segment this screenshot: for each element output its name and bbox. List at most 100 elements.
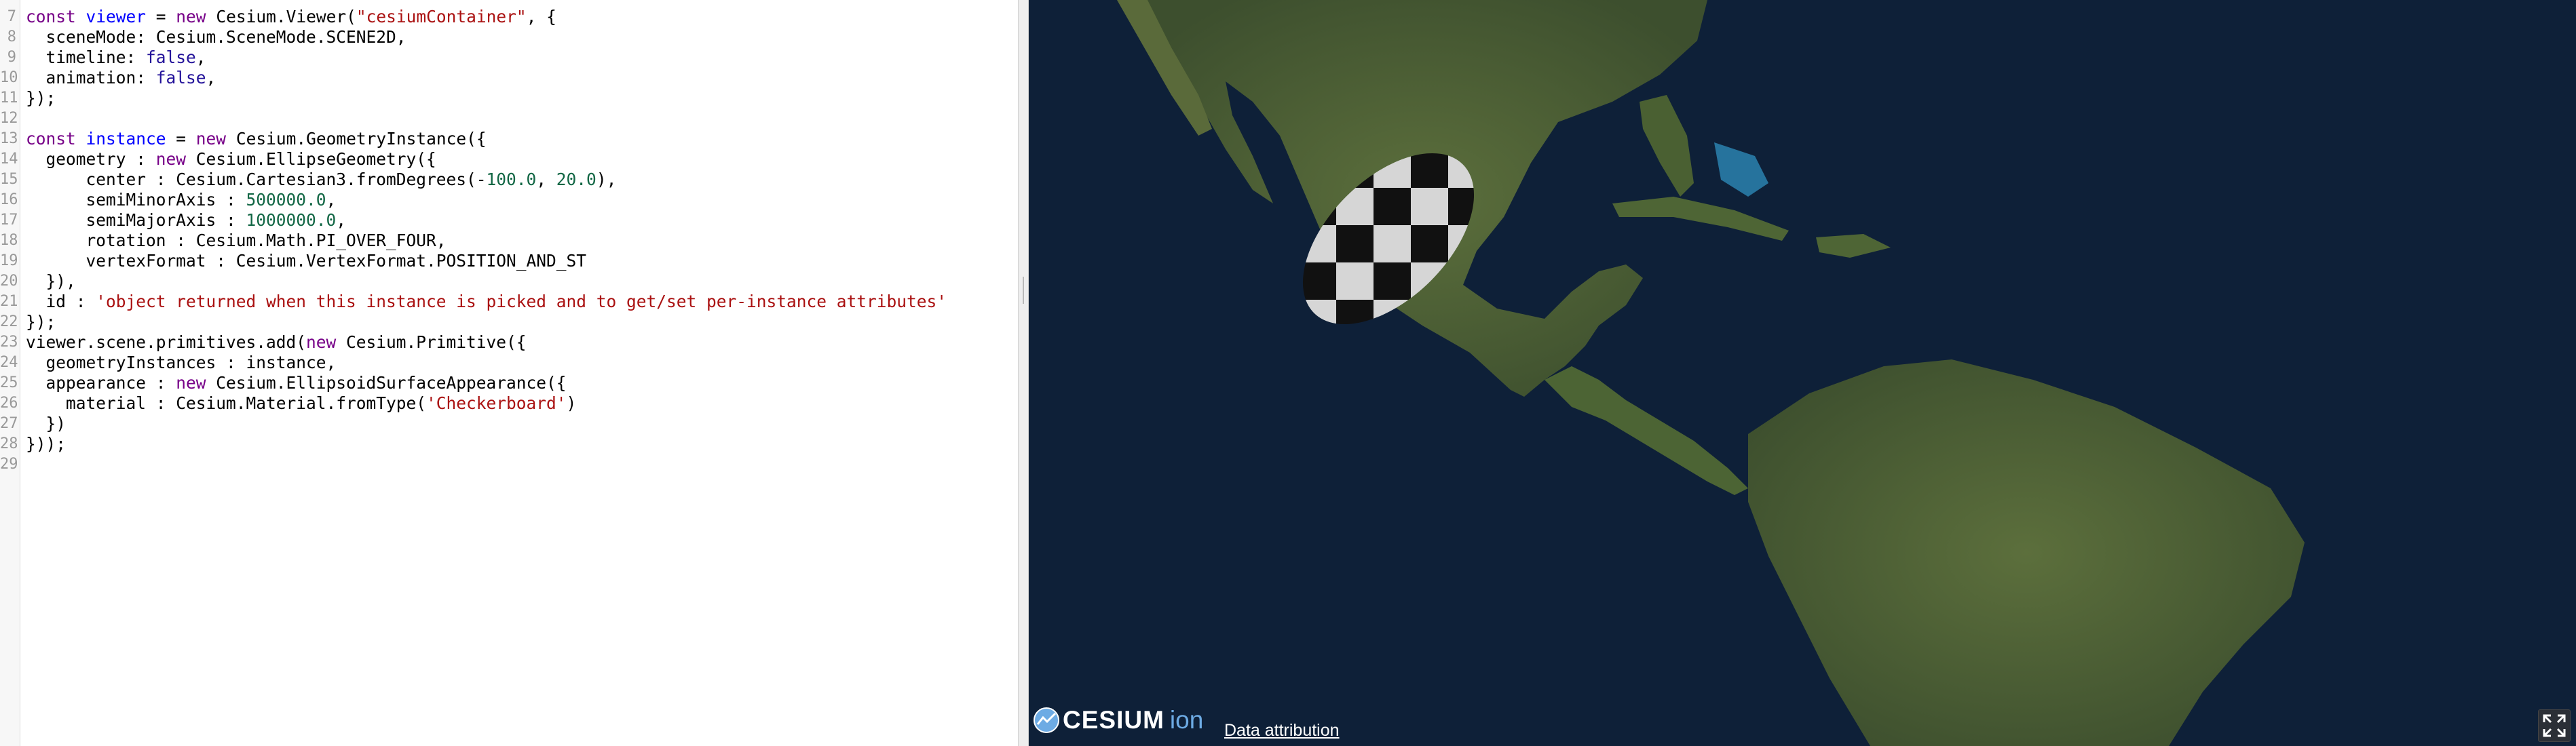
- code-line[interactable]: 7 const viewer = new Cesium.Viewer("cesiu…: [0, 7, 1018, 27]
- code-line[interactable]: 27 }): [0, 414, 1018, 434]
- code-line[interactable]: 19 vertexFormat : Cesium.VertexFormat.PO…: [0, 251, 1018, 271]
- line-number: 21: [0, 293, 18, 310]
- code-line[interactable]: 24 geometryInstances : instance,: [0, 353, 1018, 373]
- line-number: 19: [0, 252, 18, 269]
- code-token: appearance :: [26, 373, 176, 393]
- code-text: id : 'object returned when this instance…: [26, 292, 947, 312]
- fullscreen-button[interactable]: [2538, 709, 2571, 742]
- code-token: 100.0: [486, 170, 537, 189]
- code-line[interactable]: 16 semiMinorAxis : 500000.0,: [0, 190, 1018, 210]
- code-line[interactable]: 23 viewer.scene.primitives.add(new Cesium…: [0, 332, 1018, 353]
- code-line[interactable]: 20 }),: [0, 271, 1018, 292]
- map-canvas[interactable]: [1029, 0, 2576, 746]
- code-line[interactable]: 26 material : Cesium.Material.fromType('…: [0, 393, 1018, 414]
- code-line[interactable]: 11});: [0, 88, 1018, 109]
- line-number: 24: [0, 354, 18, 371]
- line-number: 20: [0, 273, 18, 290]
- code-line[interactable]: 25 appearance : new Cesium.EllipsoidSurf…: [0, 373, 1018, 393]
- code-token: });: [26, 88, 56, 108]
- code-text: vertexFormat : Cesium.VertexFormat.POSIT…: [26, 251, 587, 271]
- code-line[interactable]: 21 id : 'object returned when this insta…: [0, 292, 1018, 312]
- code-token: center : Cesium.Cartesian3.fromDegrees(-: [26, 170, 487, 189]
- code-text: material : Cesium.Material.fromType('Che…: [26, 393, 576, 414]
- code-token: geometryInstances : instance,: [26, 353, 337, 372]
- code-text: }));: [26, 434, 66, 454]
- code-token: animation:: [26, 68, 156, 87]
- line-number: 12: [0, 110, 18, 127]
- code-text: geometryInstances : instance,: [26, 353, 337, 373]
- code-token: sceneMode: Cesium.SceneMode.SCENE2D,: [26, 27, 406, 47]
- code-line[interactable]: 22});: [0, 312, 1018, 332]
- code-token: "cesiumContainer": [356, 7, 527, 26]
- line-number: 14: [0, 151, 18, 168]
- code-line[interactable]: 9 timeline: false,: [0, 47, 1018, 68]
- code-lines: 7 const viewer = new Cesium.Viewer("cesiu…: [0, 7, 1018, 475]
- code-token: ,: [326, 190, 337, 210]
- code-token: 20.0: [556, 170, 596, 189]
- code-line[interactable]: 17 semiMajorAxis : 1000000.0,: [0, 210, 1018, 231]
- code-token: new: [195, 129, 227, 149]
- code-token: ),: [596, 170, 617, 189]
- code-text: center : Cesium.Cartesian3.fromDegrees(-…: [26, 170, 617, 190]
- splitter-grip[interactable]: [1023, 277, 1024, 304]
- code-line[interactable]: 10 animation: false,: [0, 68, 1018, 88]
- line-number: 17: [0, 212, 18, 229]
- code-text: });: [26, 312, 56, 332]
- line-number: 9: [7, 49, 16, 66]
- cesium-viewer[interactable]: CESIUM ion Data attribution: [1029, 0, 2576, 746]
- code-text: const instance = new Cesium.GeometryInst…: [26, 129, 487, 149]
- code-token: vertexFormat : Cesium.VertexFormat.POSIT…: [26, 251, 587, 271]
- code-line[interactable]: 18 rotation : Cesium.Math.PI_OVER_FOUR,: [0, 231, 1018, 251]
- code-token: ,: [195, 47, 206, 67]
- code-token: ,: [206, 68, 216, 87]
- code-text: semiMinorAxis : 500000.0,: [26, 190, 337, 210]
- code-token: 1000000.0: [246, 210, 337, 230]
- code-token: Cesium.GeometryInstance({: [226, 129, 487, 149]
- code-token: new: [306, 332, 337, 352]
- code-token: const: [26, 7, 86, 26]
- line-number: 11: [0, 90, 18, 106]
- code-line[interactable]: 29: [0, 454, 1018, 475]
- panel-splitter[interactable]: [1018, 0, 1029, 746]
- code-token: =: [166, 129, 196, 149]
- line-number: 8: [7, 28, 16, 45]
- code-line[interactable]: 14 geometry : new Cesium.EllipseGeometry…: [0, 149, 1018, 170]
- code-token: 'object returned when this instance is p…: [96, 292, 947, 311]
- code-token: 500000.0: [246, 190, 326, 210]
- line-number: 27: [0, 415, 18, 432]
- code-text: const viewer = new Cesium.Viewer("cesium…: [26, 7, 556, 27]
- code-token: instance: [86, 129, 166, 149]
- code-token: Cesium.Primitive({: [336, 332, 527, 352]
- code-token: false: [146, 47, 196, 67]
- code-token: 'Checkerboard': [426, 393, 567, 413]
- line-number: 23: [0, 334, 18, 351]
- line-number: 10: [0, 69, 18, 86]
- code-token: new: [176, 373, 206, 393]
- code-token: ,: [336, 210, 347, 230]
- code-token: ): [566, 393, 577, 413]
- cesium-globe-icon: [1034, 707, 1059, 733]
- line-number: 13: [0, 130, 18, 147]
- code-line[interactable]: 15 center : Cesium.Cartesian3.fromDegree…: [0, 170, 1018, 190]
- code-text: timeline: false,: [26, 47, 206, 68]
- code-editor[interactable]: 7 const viewer = new Cesium.Viewer("cesiu…: [0, 0, 1018, 746]
- code-line[interactable]: 13 const instance = new Cesium.GeometryIn…: [0, 129, 1018, 149]
- code-line[interactable]: 12: [0, 109, 1018, 129]
- code-line[interactable]: 28}));: [0, 434, 1018, 454]
- code-text: sceneMode: Cesium.SceneMode.SCENE2D,: [26, 27, 406, 47]
- ion-logo-text: ion: [1169, 706, 1204, 734]
- code-token: }): [26, 414, 67, 433]
- code-line[interactable]: 8 sceneMode: Cesium.SceneMode.SCENE2D,: [0, 27, 1018, 47]
- code-token: Cesium.Viewer(: [206, 7, 356, 26]
- code-token: }));: [26, 434, 67, 454]
- cesium-ion-logo[interactable]: CESIUM ion: [1033, 705, 1203, 735]
- code-text: geometry : new Cesium.EllipseGeometry({: [26, 149, 436, 170]
- line-number: 29: [0, 456, 18, 473]
- code-text: rotation : Cesium.Math.PI_OVER_FOUR,: [26, 231, 447, 251]
- data-attribution-link[interactable]: Data attribution: [1224, 721, 1340, 741]
- code-token: new: [155, 149, 187, 169]
- code-token: semiMajorAxis :: [26, 210, 246, 230]
- code-token: =: [146, 7, 176, 26]
- code-text: viewer.scene.primitives.add(new Cesium.P…: [26, 332, 527, 353]
- code-token: }),: [26, 271, 76, 291]
